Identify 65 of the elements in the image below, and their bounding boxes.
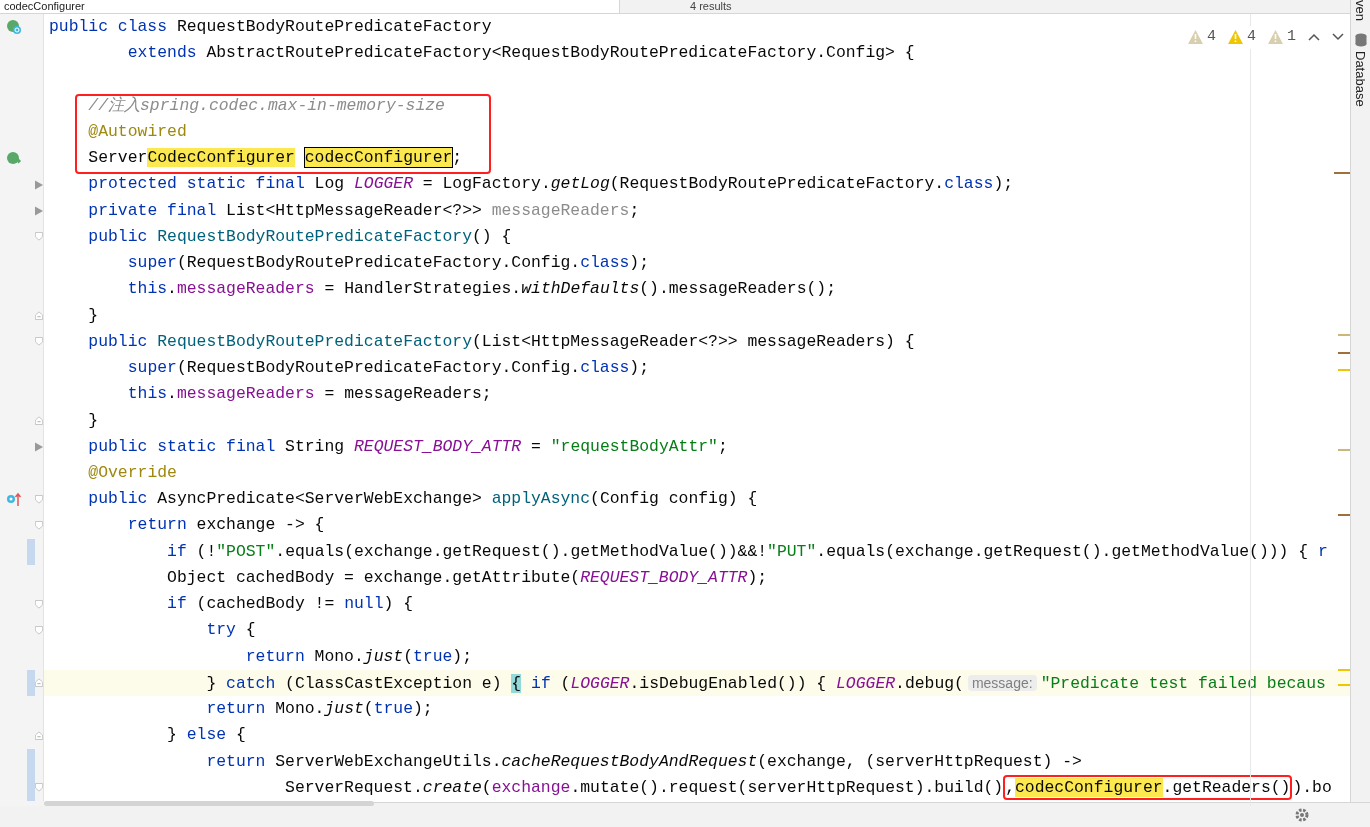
expand-arrow-icon[interactable] xyxy=(35,205,43,216)
code-line: public AsyncPredicate<ServerWebExchange> applyAsync(Config config) { xyxy=(87,488,758,511)
code-line: this.messageReaders = HandlerStrategies.withDefaults().messageReaders(); xyxy=(126,278,836,301)
code-line: @Autowired xyxy=(87,120,187,143)
warning-count: 4 xyxy=(1246,27,1256,47)
fold-marker-icon[interactable] xyxy=(35,231,43,243)
expand-arrow-icon[interactable] xyxy=(35,441,43,452)
fold-marker-icon[interactable] xyxy=(35,493,43,505)
code-line: return ServerWebExchangeUtils.cacheRequestBodyAndRequest(exchange, (serverHttpRequest) -> xyxy=(205,750,1082,773)
warning-count: 4 xyxy=(1206,27,1216,47)
code-line: return Mono.just(true); xyxy=(205,698,433,721)
chevron-down-icon[interactable] xyxy=(1332,33,1344,42)
code-line: Object cachedBody = exchange.getAttribute(REQUEST_BODY_ATTR); xyxy=(166,566,768,589)
warning-icon[interactable] xyxy=(1268,30,1283,45)
fold-marker-icon[interactable] xyxy=(35,625,43,636)
class-icon[interactable] xyxy=(5,19,22,36)
warning-count: 1 xyxy=(1287,27,1296,47)
code-line: public static final String REQUEST_BODY_ATTR = "requestBodyAttr"; xyxy=(87,435,728,458)
chevron-up-icon[interactable] xyxy=(1308,33,1320,42)
code-line: } catch (ClassCastException e) { if (LOGGER.isDebugEnabled()) { LOGGER.debug( message: "Predicate test failed becaus xyxy=(205,672,1326,695)
override-icon[interactable] xyxy=(5,491,22,508)
fold-marker-icon[interactable] xyxy=(35,520,43,532)
code-line: ServerCodecConfigurer codecConfigurer; xyxy=(87,147,463,170)
code-line: this.messageReaders = messageReaders; xyxy=(126,383,492,406)
expand-arrow-icon[interactable] xyxy=(35,179,43,190)
fold-marker-icon[interactable] xyxy=(35,336,43,348)
fold-end-marker-icon[interactable] xyxy=(35,415,43,427)
code-line: return exchange -> { xyxy=(126,514,325,537)
horizontal-scrollbar[interactable] xyxy=(44,801,374,807)
search-field[interactable]: codecConfigurer xyxy=(0,0,620,13)
fold-end-marker-icon[interactable] xyxy=(35,729,43,741)
change-marker[interactable] xyxy=(27,748,36,775)
database-icon[interactable] xyxy=(1354,32,1367,47)
code-line: super(RequestBodyRoutePredicateFactory.Config.class); xyxy=(126,252,650,275)
search-results-count: 4 results xyxy=(690,0,732,13)
tool-window-tab[interactable]: Database xyxy=(1350,50,1370,107)
code-line: } xyxy=(87,304,99,327)
code-line: if (!"POST".equals(exchange.getRequest().getMethodValue())&&!"PUT".equals(exchange.getRequest().getMethodValue())) { r xyxy=(166,540,1328,563)
code-line: } xyxy=(87,409,99,432)
code-line: return Mono.just(true); xyxy=(244,645,473,668)
fold-marker-icon[interactable] xyxy=(35,598,43,610)
code-line: protected static final Log LOGGER = LogFactory.getLog(RequestBodyRoutePredicateFactory.class); xyxy=(87,173,1014,196)
fold-marker-icon[interactable] xyxy=(35,782,43,794)
code-line: @Override xyxy=(87,462,177,484)
code-line: super(RequestBodyRoutePredicateFactory.Config.class); xyxy=(126,357,650,380)
warning-icon[interactable] xyxy=(1187,30,1203,45)
code-line: public class RequestBodyRoutePredicateFactory xyxy=(49,16,492,38)
code-line: ServerRequest.create(exchange.mutate().request(serverHttpRequest).build(),codecConfigurer.getReaders()).bo xyxy=(49,774,1332,802)
bean-icon[interactable] xyxy=(5,150,22,167)
tool-window-tab[interactable]: ven xyxy=(1350,0,1370,21)
fold-end-marker-icon[interactable] xyxy=(35,310,43,322)
code-line: if (cachedBody != null) { xyxy=(166,593,413,616)
code-line: private final List<HttpMessageReader<?>> messageReaders; xyxy=(87,199,640,222)
code-line: //注入spring.codec.max-in-memory-size xyxy=(87,94,445,117)
change-marker[interactable] xyxy=(27,774,35,802)
change-marker[interactable] xyxy=(27,669,35,697)
code-line: } else { xyxy=(166,724,246,747)
code-line: public RequestBodyRoutePredicateFactory(List<HttpMessageReader<?>> messageReaders) { xyxy=(87,330,915,353)
code-line: public RequestBodyRoutePredicateFactory() { xyxy=(87,225,512,248)
warning-icon[interactable] xyxy=(1227,30,1243,45)
change-marker[interactable] xyxy=(27,538,36,565)
code-line: extends AbstractRoutePredicateFactory<RequestBodyRoutePredicateFactory.Config> { xyxy=(126,42,915,65)
fold-end-marker-icon[interactable] xyxy=(35,677,43,689)
settings-icon[interactable] xyxy=(1294,807,1310,823)
code-line: try { xyxy=(205,619,256,642)
